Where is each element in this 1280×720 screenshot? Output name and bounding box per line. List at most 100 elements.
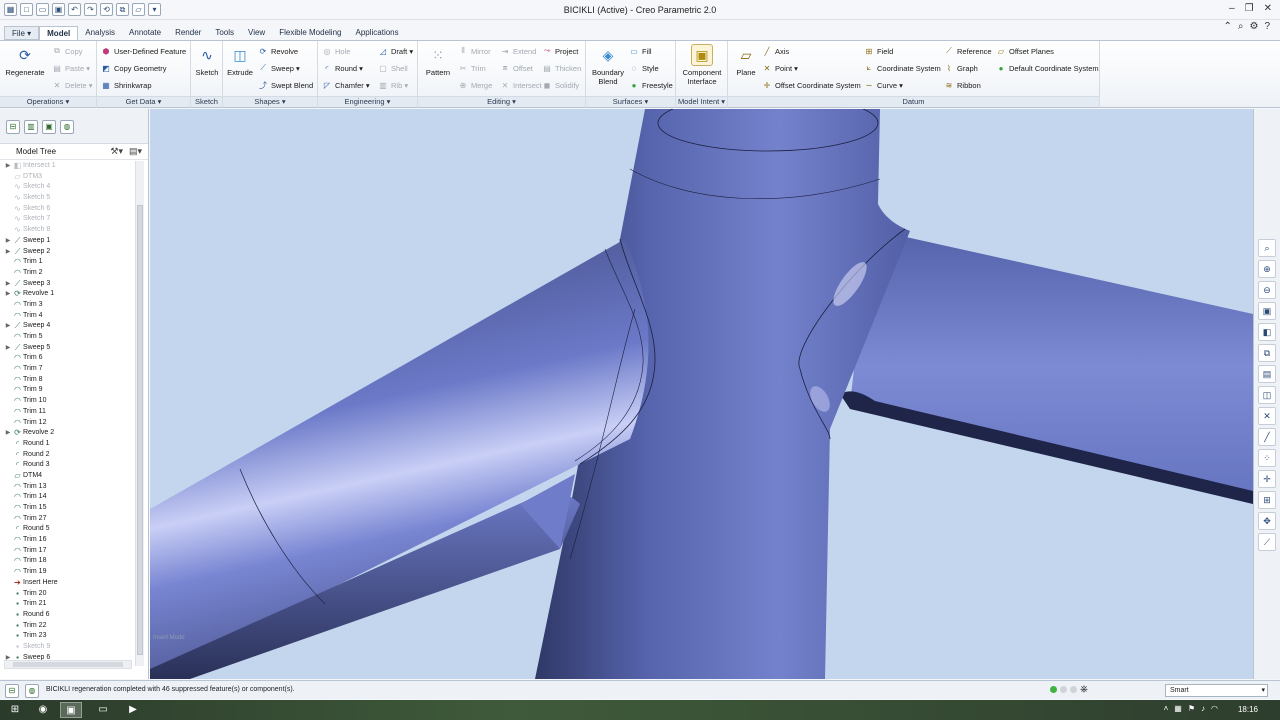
project-button[interactable]: ⤳ Project (542, 45, 579, 57)
sketch-button[interactable]: ∿ Sketch (193, 44, 221, 78)
chamfer-button[interactable]: ◸ Chamfer ▾ (322, 79, 370, 91)
clock[interactable]: 18:16 (1238, 705, 1258, 714)
freestyle-button[interactable]: ● Freestyle (629, 79, 673, 91)
spin-center-icon[interactable]: ✥ (1258, 512, 1276, 530)
tree-item[interactable]: ▪ Trim 23 (4, 631, 134, 642)
csys-display-icon[interactable]: ✛ (1258, 470, 1276, 488)
tree-item[interactable]: ∿ Sketch 7 (4, 214, 134, 225)
scroll-thumb[interactable] (137, 205, 143, 655)
tree-item[interactable]: ◠ Trim 11 (4, 407, 134, 418)
reference-button[interactable]: ⟋ Reference (944, 45, 991, 57)
group-label[interactable]: Get Data ▾ (97, 96, 190, 107)
expand-arrow-icon[interactable]: ▶ (4, 321, 12, 332)
shell-button[interactable]: ▢ Shell (378, 62, 407, 74)
sweep-button[interactable]: ⟋ Sweep ▾ (258, 62, 300, 74)
tree-item[interactable]: ◠ Trim 3 (4, 300, 134, 311)
tree-item[interactable]: ◠ Trim 16 (4, 535, 134, 546)
style-button[interactable]: ◌ Style (629, 62, 659, 74)
axis-display-icon[interactable]: ╱ (1258, 428, 1276, 446)
tree-item[interactable]: ▶ ⟋ Sweep 1 (4, 236, 134, 247)
merge-button[interactable]: ⊕ Merge (458, 79, 493, 91)
network-icon[interactable]: ▦ (1174, 704, 1182, 713)
collapse-ribbon-icon[interactable]: ⌃ (1223, 21, 1231, 32)
copy-button[interactable]: ⧉ Copy (52, 45, 82, 57)
tree-item[interactable]: ▶ ⟋ Sweep 5 (4, 343, 134, 354)
tree-item[interactable]: ▶ ⟋ Sweep 2 (4, 247, 134, 258)
intersect-button[interactable]: ⨯ Intersect (500, 79, 542, 91)
expand-arrow-icon[interactable]: ▶ (4, 289, 12, 300)
field-button[interactable]: ⊞ Field (864, 45, 894, 57)
media-icon[interactable]: ▶ (122, 702, 144, 718)
component-interface-button[interactable]: ▣ Component Interface (680, 44, 724, 86)
thicken-button[interactable]: ▤ Thicken (542, 62, 581, 74)
wifi-icon[interactable]: ◠ (1211, 704, 1218, 713)
favorites-icon[interactable]: ▣ (42, 120, 56, 134)
repaint-icon[interactable]: ▣ (1258, 302, 1276, 320)
solidify-button[interactable]: ◼ Solidify (542, 79, 580, 91)
start-icon[interactable]: ⊞ (4, 702, 26, 718)
tree-item[interactable]: ◠ Trim 4 (4, 311, 134, 322)
trim-button[interactable]: ✂ Trim (458, 62, 486, 74)
tree-item[interactable]: ∿ Sketch 5 (4, 193, 134, 204)
tree-item[interactable]: ▶ ⟋ Sweep 4 (4, 321, 134, 332)
expand-arrow-icon[interactable]: ▶ (4, 279, 12, 290)
tree-item[interactable]: ◠ Trim 8 (4, 375, 134, 386)
offset-button[interactable]: ⧈ Offset (500, 62, 532, 74)
tree-item[interactable]: ◠ Trim 1 (4, 257, 134, 268)
boundary-blend-button[interactable]: ◈ Boundary Blend (588, 44, 628, 87)
tree-item[interactable]: ◠ Trim 27 (4, 514, 134, 525)
display-style-icon[interactable]: ◧ (1258, 323, 1276, 341)
default-csys-button[interactable]: ● Default Coordinate System (996, 62, 1099, 74)
sketch-display-icon[interactable]: ⟋ (1258, 533, 1276, 551)
offset-planes-button[interactable]: ▱ Offset Planes (996, 45, 1054, 57)
tree-item[interactable]: ◠ Trim 9 (4, 385, 134, 396)
plane-display-icon[interactable]: ✕ (1258, 407, 1276, 425)
tree-item[interactable]: ◠ Trim 10 (4, 396, 134, 407)
chrome-icon[interactable]: ◉ (32, 702, 54, 718)
maximize-icon[interactable]: ❐ (1245, 3, 1254, 14)
tree-item[interactable]: ▶ ⟳ Revolve 2 (4, 428, 134, 439)
tree-columns-icon[interactable]: ▤▾ (129, 146, 142, 157)
flag-icon[interactable]: ⚑ (1188, 704, 1195, 713)
web-browser-icon[interactable]: ◍ (60, 120, 74, 134)
tree-item[interactable]: ◠ Trim 5 (4, 332, 134, 343)
tree-item[interactable]: ◜ Round 1 (4, 439, 134, 450)
copy-geometry-button[interactable]: ◩ Copy Geometry (101, 62, 166, 74)
tree-item[interactable]: ▶ ⟳ Revolve 1 (4, 289, 134, 300)
curve-button[interactable]: ∼ Curve ▾ (864, 79, 903, 91)
tab-view[interactable]: View (241, 26, 272, 40)
tree-item[interactable]: ◠ Trim 15 (4, 503, 134, 514)
regenerate-button[interactable]: ⟳ Regenerate (4, 44, 46, 78)
explorer-icon[interactable]: ▭ (92, 702, 114, 718)
axis-button[interactable]: ╱ Axis (762, 45, 790, 57)
tree-item[interactable]: ▶ ⟋ Sweep 3 (4, 279, 134, 290)
expand-arrow-icon[interactable]: ▶ (4, 247, 12, 258)
point-button[interactable]: ✕ Point ▾ (762, 62, 798, 74)
tree-item[interactable]: ➔ Insert Here (4, 578, 134, 589)
rib-button[interactable]: ▥ Rib ▾ (378, 79, 408, 91)
tab-flexible-modeling[interactable]: Flexible Modeling (272, 26, 348, 40)
tree-item[interactable]: ∿ Sketch 6 (4, 204, 134, 215)
expand-arrow-icon[interactable]: ▶ (4, 343, 12, 354)
pattern-button[interactable]: ⁙ Pattern (424, 44, 452, 78)
tree-settings-icon[interactable]: ⚒▾ (110, 146, 123, 157)
creo-taskbar-icon[interactable]: ▣ (60, 702, 82, 718)
group-label[interactable]: Editing ▾ (418, 96, 585, 107)
expand-arrow-icon[interactable]: ▶ (4, 236, 12, 247)
revolve-button[interactable]: ⟳ Revolve (258, 45, 298, 57)
folder-browser-icon[interactable]: ▥ (24, 120, 38, 134)
tree-item[interactable]: ◠ Trim 7 (4, 364, 134, 375)
model-tree-tab-icon[interactable]: ⊟ (6, 120, 20, 134)
zoom-in-icon[interactable]: ⊕ (1258, 260, 1276, 278)
expand-arrow-icon[interactable]: ▶ (4, 428, 12, 439)
graph-button[interactable]: ⌇ Graph (944, 62, 978, 74)
group-label[interactable]: Shapes ▾ (223, 96, 317, 107)
graphics-viewport[interactable]: Insert Mode (150, 109, 1253, 679)
tree-horizontal-scrollbar[interactable] (4, 660, 132, 669)
round-button[interactable]: ◜ Round ▾ (322, 62, 363, 74)
toggle-navigator-icon[interactable]: ⊟ (5, 684, 19, 698)
tab-annotate[interactable]: Annotate (122, 26, 168, 40)
refit-icon[interactable]: ⌕ (1258, 239, 1276, 257)
tree-item[interactable]: ◜ Round 3 (4, 460, 134, 471)
tree-item[interactable]: ◜ Round 2 (4, 450, 134, 461)
